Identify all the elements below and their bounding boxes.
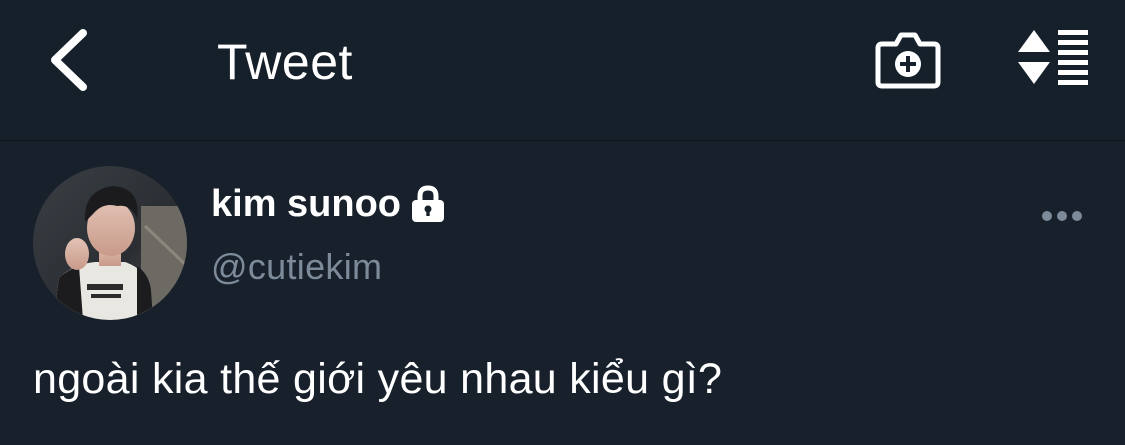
display-name: kim sunoo xyxy=(211,183,402,225)
lock-icon xyxy=(412,185,445,222)
page-title: Tweet xyxy=(217,34,353,90)
sort-toggle-button[interactable] xyxy=(1012,28,1092,86)
author-name-row[interactable]: kim sunoo xyxy=(211,181,447,227)
more-options-button[interactable] xyxy=(1036,201,1088,231)
more-horizontal-icon xyxy=(1042,211,1082,221)
tweet-text: ngoài kia thế giới yêu nhau kiểu gì? xyxy=(33,355,723,403)
chevron-left-icon xyxy=(51,29,87,91)
avatar[interactable] xyxy=(33,166,187,320)
tweet: kim sunoo @cutiekim ngoài kia thế giới y… xyxy=(0,141,1125,445)
add-photo-button[interactable] xyxy=(874,26,942,92)
top-navigation-bar: Tweet xyxy=(0,0,1125,141)
tweet-detail-screen: Tweet kim sunoo @cutiekim ngoài kia thế … xyxy=(0,0,1125,445)
username-handle[interactable]: @cutiekim xyxy=(211,245,382,289)
camera-plus-icon xyxy=(875,32,941,89)
back-button[interactable] xyxy=(38,22,98,98)
sort-toggle-icon xyxy=(1018,30,1088,85)
profile-photo xyxy=(33,166,187,320)
